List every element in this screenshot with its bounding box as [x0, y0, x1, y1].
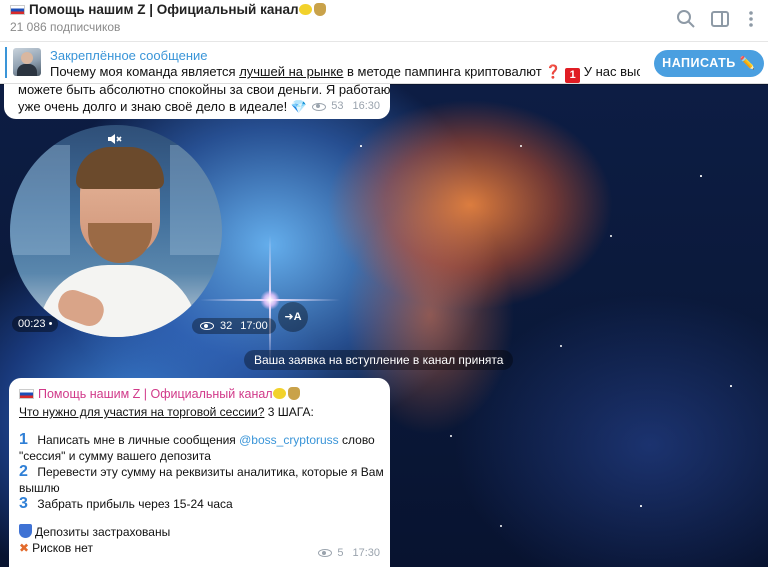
message-time: 16:30 [352, 100, 380, 112]
chat-header: Помощь нашим Z | Официальный канал 21 08… [0, 0, 768, 42]
service-message: Ваша заявка на вступление в канал принят… [244, 350, 514, 370]
message-meta: 5 17:30 [318, 545, 380, 561]
russia-flag-icon [10, 5, 25, 15]
video-duration: 00:23 • [12, 316, 59, 332]
message-heading: Что нужно для участия на торговой сессии… [19, 405, 314, 419]
write-button[interactable]: НАПИСАТЬ ✏️ [654, 50, 764, 77]
pinned-message-bar[interactable]: Закреплённое сообщение Почему моя команд… [0, 42, 768, 84]
deposits-line: Депозиты застрахованы [19, 524, 378, 540]
mute-icon[interactable] [106, 131, 122, 147]
username-link[interactable]: @boss_cryptoruss [239, 433, 339, 447]
message-bubble-main[interactable]: Помощь нашим Z | Официальный канал Что н… [9, 378, 390, 567]
eye-icon [312, 102, 327, 111]
eye-icon [200, 322, 214, 330]
step-1-cont: "сессия" и сумму вашего депозита [19, 449, 211, 463]
video-note-meta: 32 17:00 [192, 318, 276, 334]
message-meta: 53 16:30 [312, 98, 380, 115]
keycap-3-icon: 3 [19, 495, 28, 512]
money-bag-emoji-icon [313, 3, 326, 16]
view-count: 53 [331, 100, 344, 112]
keycap-2-icon: 2 [19, 463, 28, 480]
step-1: 1 Написать мне в личные сообщения @boss_… [19, 431, 375, 448]
pinned-thumbnail [13, 48, 41, 76]
step-3: 3 Забрать прибыль через 15-24 часа [19, 495, 233, 512]
search-icon[interactable] [675, 8, 697, 30]
sidebar-toggle-icon[interactable] [709, 8, 731, 30]
step-2: 2 Перевести эту сумму на реквизиты анали… [19, 463, 384, 480]
pinned-accent-line [5, 47, 7, 78]
pinned-label: Закреплённое сообщение [50, 48, 208, 63]
view-count: 5 [337, 547, 344, 559]
russia-flag-icon [19, 389, 34, 399]
view-count: 32 [220, 320, 233, 332]
message-time: 17:00 [240, 320, 268, 332]
pinned-text: Почему моя команда является лучшей на ры… [50, 64, 640, 83]
question-emoji-icon: ❓ [545, 64, 562, 79]
more-vertical-icon[interactable] [740, 8, 762, 30]
forward-button[interactable]: ➜A [278, 302, 308, 332]
eye-icon [318, 549, 333, 557]
video-note[interactable] [10, 125, 222, 337]
keycap-one-emoji-icon: 1 [565, 68, 581, 83]
step-2-cont: вышлю [19, 481, 60, 495]
keycap-1-icon: 1 [19, 431, 28, 448]
money-bag-emoji-icon [287, 387, 300, 400]
message-author[interactable]: Помощь нашим Z | Официальный канал [19, 386, 378, 402]
lemon-emoji-icon [298, 4, 312, 15]
lemon-emoji-icon [272, 388, 286, 399]
cross-mark-icon: ✖ [19, 541, 30, 555]
subscriber-count: 21 086 подписчиков [10, 20, 121, 34]
message-time: 17:30 [352, 547, 380, 559]
shield-icon [19, 524, 32, 538]
channel-title[interactable]: Помощь нашим Z | Официальный канал [10, 2, 326, 17]
